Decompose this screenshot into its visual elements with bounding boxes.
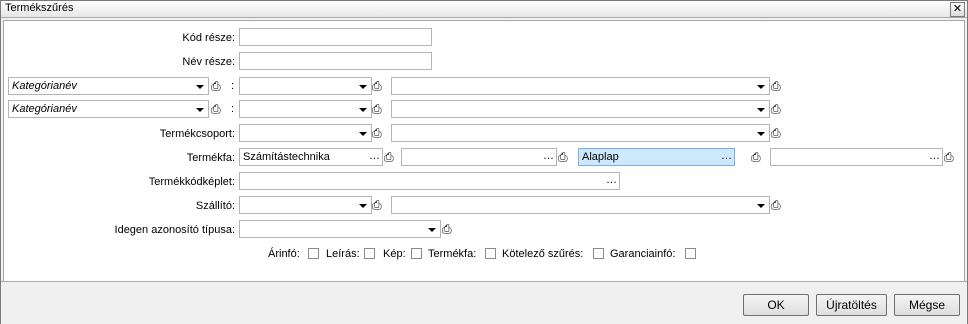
category-name-2-value: Kategórianév xyxy=(12,103,77,115)
category-value-2b-select[interactable] xyxy=(391,100,770,118)
filter-panel: Kód része: Név része: Kategórianév ⎙ : ⎙… xyxy=(3,20,965,282)
chevron-down-icon xyxy=(196,108,204,112)
product-tree-level-1-value: Számítástechnika xyxy=(243,151,330,163)
chevron-down-icon xyxy=(359,108,367,112)
image-checkbox[interactable] xyxy=(411,248,422,259)
paperclip-icon[interactable]: ⎙ xyxy=(771,79,781,93)
chevron-down-icon xyxy=(757,108,765,112)
paperclip-icon[interactable]: ⎙ xyxy=(211,79,221,93)
category-value-2-select[interactable] xyxy=(239,100,372,118)
reload-button[interactable]: Újratöltés xyxy=(816,294,887,316)
chevron-down-icon xyxy=(428,228,436,232)
supplier-select[interactable] xyxy=(239,196,372,214)
product-group-b-select[interactable] xyxy=(391,124,770,142)
ok-button[interactable]: OK xyxy=(743,294,809,316)
close-icon[interactable]: ✕ xyxy=(950,2,965,17)
paperclip-icon[interactable]: ⎙ xyxy=(372,198,382,212)
product-group-label: Termékcsoport: xyxy=(159,128,235,140)
paperclip-icon[interactable]: ⎙ xyxy=(372,126,382,140)
product-tree-level-3[interactable]: Alaplap … xyxy=(578,148,735,166)
chevron-down-icon xyxy=(757,132,765,136)
product-code-formula-input[interactable]: … xyxy=(239,172,620,190)
description-checkbox[interactable] xyxy=(364,248,375,259)
paperclip-icon[interactable]: ⎙ xyxy=(372,102,382,116)
mandatory-filter-label: Kötelező szűrés: xyxy=(502,248,584,260)
mandatory-filter-checkbox[interactable] xyxy=(593,248,604,259)
category-value-1b-select[interactable] xyxy=(391,77,770,95)
paperclip-icon[interactable]: ⎙ xyxy=(751,150,761,164)
supplier-label: Szállító: xyxy=(195,200,235,212)
paperclip-icon[interactable]: ⎙ xyxy=(442,222,452,236)
product-tree-level-2[interactable]: … xyxy=(401,148,557,166)
ellipsis-icon[interactable]: … xyxy=(543,150,554,162)
paperclip-icon[interactable]: ⎙ xyxy=(771,198,781,212)
cancel-button[interactable]: Mégse xyxy=(894,294,960,316)
paperclip-icon[interactable]: ⎙ xyxy=(384,150,394,164)
product-filter-dialog: Termékszűrés ✕ Kód része: Név része: Kat… xyxy=(0,0,968,324)
product-code-formula-label: Termékkódképlet: xyxy=(148,176,235,188)
product-tree-level-4[interactable]: … xyxy=(770,148,943,166)
category-name-1-value: Kategórianév xyxy=(12,80,77,92)
product-group-select[interactable] xyxy=(239,124,372,142)
paperclip-icon[interactable]: ⎙ xyxy=(372,79,382,93)
code-part-input[interactable] xyxy=(239,28,432,46)
code-part-label: Kód része: xyxy=(182,32,235,44)
paperclip-icon[interactable]: ⎙ xyxy=(211,102,221,116)
paperclip-icon[interactable]: ⎙ xyxy=(771,102,781,116)
category-name-2-select[interactable]: Kategórianév xyxy=(8,100,209,118)
chevron-down-icon xyxy=(359,132,367,136)
colon-separator: : xyxy=(231,80,235,92)
product-tree-level-1[interactable]: Számítástechnika … xyxy=(239,148,383,166)
warranty-info-label: Garanciainfó: xyxy=(610,248,676,260)
chevron-down-icon xyxy=(196,85,204,89)
name-part-input[interactable] xyxy=(239,52,432,70)
paperclip-icon[interactable]: ⎙ xyxy=(944,150,954,164)
product-tree-checkbox[interactable] xyxy=(485,248,496,259)
price-info-checkbox[interactable] xyxy=(308,248,319,259)
product-tree-cb-label: Termékfa: xyxy=(428,248,477,260)
foreign-id-type-label: Idegen azonosító típusa: xyxy=(114,224,235,236)
title-bar: Termékszűrés ✕ xyxy=(1,1,967,18)
chevron-down-icon xyxy=(359,204,367,208)
ellipsis-icon[interactable]: … xyxy=(606,174,617,186)
paperclip-icon[interactable]: ⎙ xyxy=(558,150,568,164)
supplier-b-select[interactable] xyxy=(391,196,770,214)
chevron-down-icon xyxy=(359,85,367,89)
window-title: Termékszűrés xyxy=(5,2,74,14)
name-part-label: Név része: xyxy=(182,56,235,68)
product-tree-level-3-value: Alaplap xyxy=(582,151,619,163)
category-value-1-select[interactable] xyxy=(239,77,372,95)
warranty-info-checkbox[interactable] xyxy=(685,248,696,259)
category-name-1-select[interactable]: Kategórianév xyxy=(8,77,209,95)
chevron-down-icon xyxy=(757,85,765,89)
ellipsis-icon[interactable]: … xyxy=(721,150,732,162)
ellipsis-icon[interactable]: … xyxy=(929,150,940,162)
product-tree-label: Termékfa: xyxy=(186,152,235,164)
chevron-down-icon xyxy=(757,204,765,208)
image-label: Kép: xyxy=(383,248,406,260)
description-label: Leírás: xyxy=(326,248,360,260)
price-info-label: Árinfó: xyxy=(268,248,300,260)
colon-separator: : xyxy=(231,103,235,115)
paperclip-icon[interactable]: ⎙ xyxy=(771,126,781,140)
ellipsis-icon[interactable]: … xyxy=(369,150,380,162)
foreign-id-type-select[interactable] xyxy=(239,220,441,238)
